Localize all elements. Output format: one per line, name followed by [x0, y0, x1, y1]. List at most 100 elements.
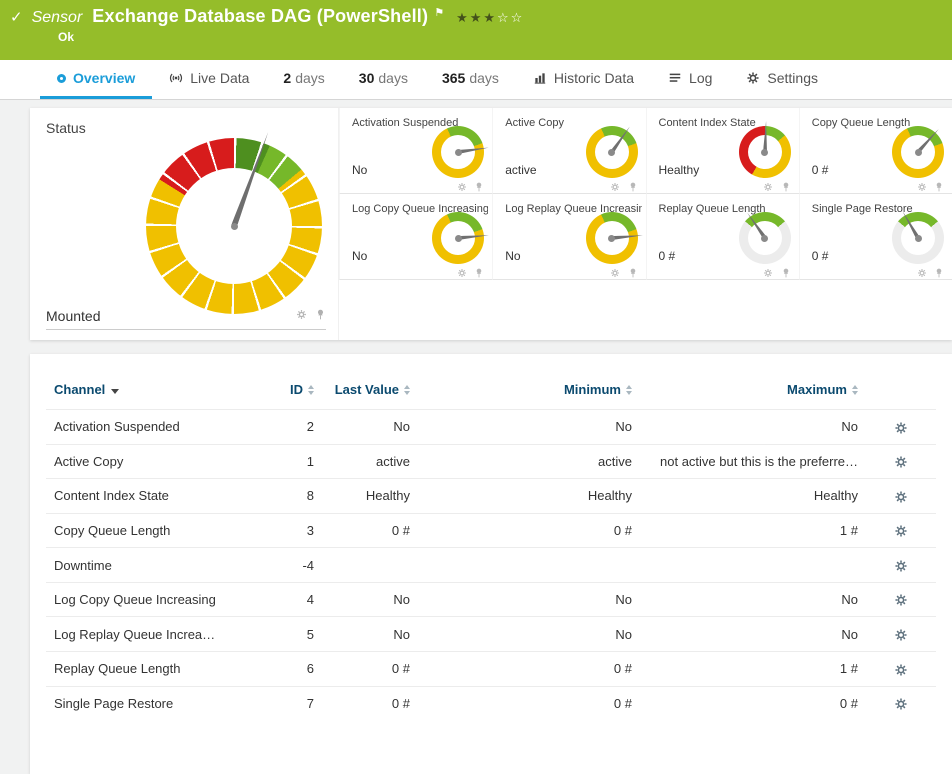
column-header-maximum[interactable]: Maximum — [640, 376, 866, 410]
channel-maximum: No — [640, 617, 866, 652]
tab-historic-data[interactable]: Historic Data — [516, 60, 651, 99]
pin-icon[interactable] — [781, 268, 791, 278]
gear-icon[interactable] — [763, 182, 773, 192]
gauge-hub — [915, 235, 922, 242]
gauge-hub — [761, 235, 768, 242]
gauge-value: active — [505, 163, 536, 177]
gear-icon[interactable] — [763, 268, 773, 278]
gauge-hub — [761, 149, 768, 156]
channel-settings-gear-icon[interactable] — [894, 559, 908, 573]
gear-icon[interactable] — [917, 182, 927, 192]
stars-filled: ★★★ — [456, 10, 497, 25]
channel-maximum: 1 # — [640, 513, 866, 548]
channel-name[interactable]: Active Copy — [46, 444, 242, 479]
table-row: Replay Queue Length 6 0 # 0 # 1 # — [46, 651, 936, 686]
pin-icon[interactable] — [934, 182, 944, 192]
table-row: Downtime -4 — [46, 548, 936, 583]
column-header-last-value[interactable]: Last Value — [322, 376, 418, 410]
channel-gauge — [432, 212, 484, 264]
channel-name[interactable]: Replay Queue Length — [46, 651, 242, 686]
tab-overview[interactable]: Overview — [40, 60, 152, 99]
tab-30-days[interactable]: 30 days — [342, 60, 425, 99]
channel-id: 3 — [242, 513, 322, 548]
sort-icon — [404, 385, 410, 395]
status-tile-title: Status — [46, 120, 86, 136]
gauge-value: Healthy — [659, 163, 700, 177]
column-header-id[interactable]: ID — [242, 376, 322, 410]
gear-icon[interactable] — [296, 309, 307, 320]
channel-id: 4 — [242, 582, 322, 617]
channel-name[interactable]: Content Index State — [46, 479, 242, 514]
column-label: ID — [290, 382, 303, 397]
channel-id: 7 — [242, 686, 322, 720]
channel-settings-gear-icon[interactable] — [894, 697, 908, 711]
sensor-header-bar: ✓ Sensor Exchange Database DAG (PowerShe… — [0, 0, 952, 60]
tab-365-days[interactable]: 365 days — [425, 60, 516, 99]
pin-icon[interactable] — [474, 182, 484, 192]
pin-icon[interactable] — [315, 309, 326, 320]
channel-settings-gear-icon[interactable] — [894, 490, 908, 504]
tab-live-data[interactable]: Live Data — [152, 60, 266, 99]
priority-flag-icon[interactable]: ⚑ — [434, 6, 444, 19]
channel-name[interactable]: Single Page Restore — [46, 686, 242, 720]
channel-gauge — [432, 126, 484, 178]
table-row: Single Page Restore 7 0 # 0 # 0 # — [46, 686, 936, 720]
channel-table-panel: Channel ID Last Value Minimum Maximum Ac… — [30, 354, 952, 774]
pin-icon[interactable] — [934, 268, 944, 278]
gauge-tile-active-copy: Active Copy active — [492, 108, 645, 194]
pin-icon[interactable] — [628, 268, 638, 278]
channel-name[interactable]: Downtime — [46, 548, 242, 583]
table-row: Content Index State 8 Healthy Healthy He… — [46, 479, 936, 514]
gauge-hub — [915, 149, 922, 156]
channel-last-value — [322, 548, 418, 583]
gear-icon[interactable] — [610, 268, 620, 278]
column-label: Minimum — [564, 382, 621, 397]
gauge-value: 0 # — [812, 249, 829, 263]
tab-label: Log — [689, 70, 712, 86]
sort-icon — [626, 385, 632, 395]
pin-icon[interactable] — [628, 182, 638, 192]
column-header-minimum[interactable]: Minimum — [418, 376, 640, 410]
priority-stars[interactable]: ★★★☆☆ — [456, 10, 524, 26]
tab-log[interactable]: Log — [651, 60, 729, 99]
gear-icon[interactable] — [457, 182, 467, 192]
channel-settings-gear-icon[interactable] — [894, 663, 908, 677]
channel-name[interactable]: Activation Suspended — [46, 410, 242, 445]
gear-icon[interactable] — [457, 268, 467, 278]
tab-label: Overview — [73, 70, 135, 86]
channel-settings-gear-icon[interactable] — [894, 421, 908, 435]
status-overview-panel: Status Mounted Activation Suspended No — [30, 108, 952, 340]
tab-number: 365 — [442, 70, 465, 86]
channel-minimum — [418, 548, 640, 583]
pin-icon[interactable] — [474, 268, 484, 278]
table-row: Log Replay Queue Increa… 5 No No No — [46, 617, 936, 652]
channel-settings-gear-icon[interactable] — [894, 455, 908, 469]
channel-settings-gear-icon[interactable] — [894, 593, 908, 607]
tab-settings[interactable]: Settings — [729, 60, 835, 99]
tab-2-days[interactable]: 2 days — [266, 60, 341, 99]
channel-settings-gear-icon[interactable] — [894, 524, 908, 538]
channel-minimum: Healthy — [418, 479, 640, 514]
channel-settings-gear-icon[interactable] — [894, 628, 908, 642]
column-header-channel[interactable]: Channel — [46, 376, 242, 410]
tab-bar: Overview Live Data 2 days 30 days 365 da… — [0, 60, 952, 100]
gear-icon[interactable] — [917, 268, 927, 278]
sort-desc-icon — [111, 389, 119, 394]
column-label: Channel — [54, 382, 105, 397]
tab-number: 30 — [359, 70, 375, 86]
tab-label: days — [469, 70, 499, 86]
channel-gauge — [892, 126, 944, 178]
channel-name[interactable]: Log Replay Queue Increa… — [46, 617, 242, 652]
table-row: Active Copy 1 active active not active b… — [46, 444, 936, 479]
table-row: Activation Suspended 2 No No No — [46, 410, 936, 445]
channel-maximum: not active but this is the preferre… — [640, 444, 866, 479]
channel-name[interactable]: Log Copy Queue Increasing — [46, 582, 242, 617]
channel-id: -4 — [242, 548, 322, 583]
pin-icon[interactable] — [781, 182, 791, 192]
gear-icon[interactable] — [610, 182, 620, 192]
sort-icon — [852, 385, 858, 395]
gauge-tile-copy-queue-length: Copy Queue Length 0 # — [799, 108, 952, 194]
column-header-settings — [866, 376, 936, 410]
channel-name[interactable]: Copy Queue Length — [46, 513, 242, 548]
channel-gauge — [739, 126, 791, 178]
